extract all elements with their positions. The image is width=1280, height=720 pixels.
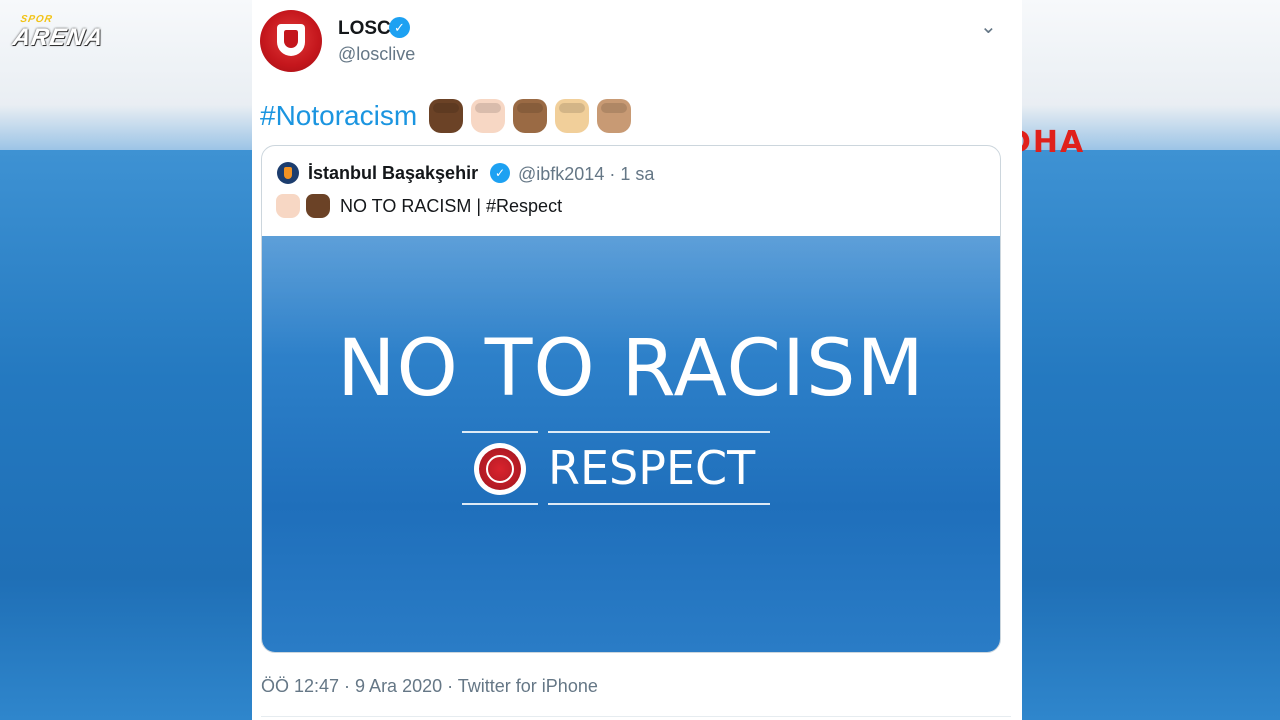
image-headline: NO TO RACISM bbox=[337, 324, 925, 414]
quoted-author-handle-time: @ibfk2014 · 1 sa bbox=[518, 164, 655, 184]
fist-emoji-row bbox=[429, 99, 632, 133]
tweet-card: LOSC ✓ @losclive ⌄ #Notoracism İstanbul … bbox=[252, 0, 1022, 720]
banner-line bbox=[548, 503, 770, 505]
verified-badge-icon: ✓ bbox=[490, 163, 510, 183]
banner-line bbox=[548, 431, 770, 433]
raised-fist-icon bbox=[276, 194, 300, 218]
banner-line bbox=[462, 431, 538, 433]
raised-fist-icon bbox=[471, 99, 506, 133]
divider bbox=[261, 716, 1011, 717]
quoted-tweet[interactable]: İstanbul Başakşehir ✓ @ibfk2014 · 1 sa N… bbox=[261, 145, 1001, 653]
quoted-author-avatar[interactable] bbox=[277, 162, 299, 184]
author-handle[interactable]: @losclive bbox=[338, 44, 415, 65]
chevron-down-icon[interactable]: ⌄ bbox=[980, 14, 997, 39]
banner-line bbox=[462, 503, 538, 505]
losc-crest-icon bbox=[277, 24, 305, 56]
image-subline: RESPECT bbox=[548, 441, 756, 495]
tweet-timestamp[interactable]: ÖÖ 12:47 · 9 Ara 2020 · Twitter for iPho… bbox=[261, 676, 598, 697]
spor-arena-logo-big: ARENA bbox=[10, 24, 106, 51]
tweet-text: #Notoracism bbox=[260, 96, 632, 136]
quoted-author-name[interactable]: İstanbul Başakşehir bbox=[308, 163, 478, 184]
raised-fist-icon bbox=[429, 99, 464, 133]
quoted-tweet-text: NO TO RACISM | #Respect bbox=[276, 192, 562, 220]
hashtag-link[interactable]: #Notoracism bbox=[260, 100, 417, 132]
uefa-logo-ring bbox=[486, 455, 514, 483]
quoted-tweet-body: NO TO RACISM | #Respect bbox=[340, 195, 563, 216]
raised-fist-icon bbox=[555, 99, 590, 133]
respect-banner: RESPECT bbox=[462, 431, 777, 505]
verified-badge-icon: ✓ bbox=[389, 17, 410, 38]
raised-fist-icon bbox=[306, 194, 330, 218]
spor-arena-logo: SPOR ARENA bbox=[11, 14, 110, 52]
quoted-tweet-image[interactable]: NO TO RACISM RESPECT bbox=[262, 236, 1000, 652]
raised-fist-icon bbox=[513, 99, 548, 133]
author-name[interactable]: LOSC bbox=[338, 18, 391, 40]
raised-fist-icon bbox=[597, 99, 632, 133]
author-avatar[interactable] bbox=[260, 10, 322, 72]
